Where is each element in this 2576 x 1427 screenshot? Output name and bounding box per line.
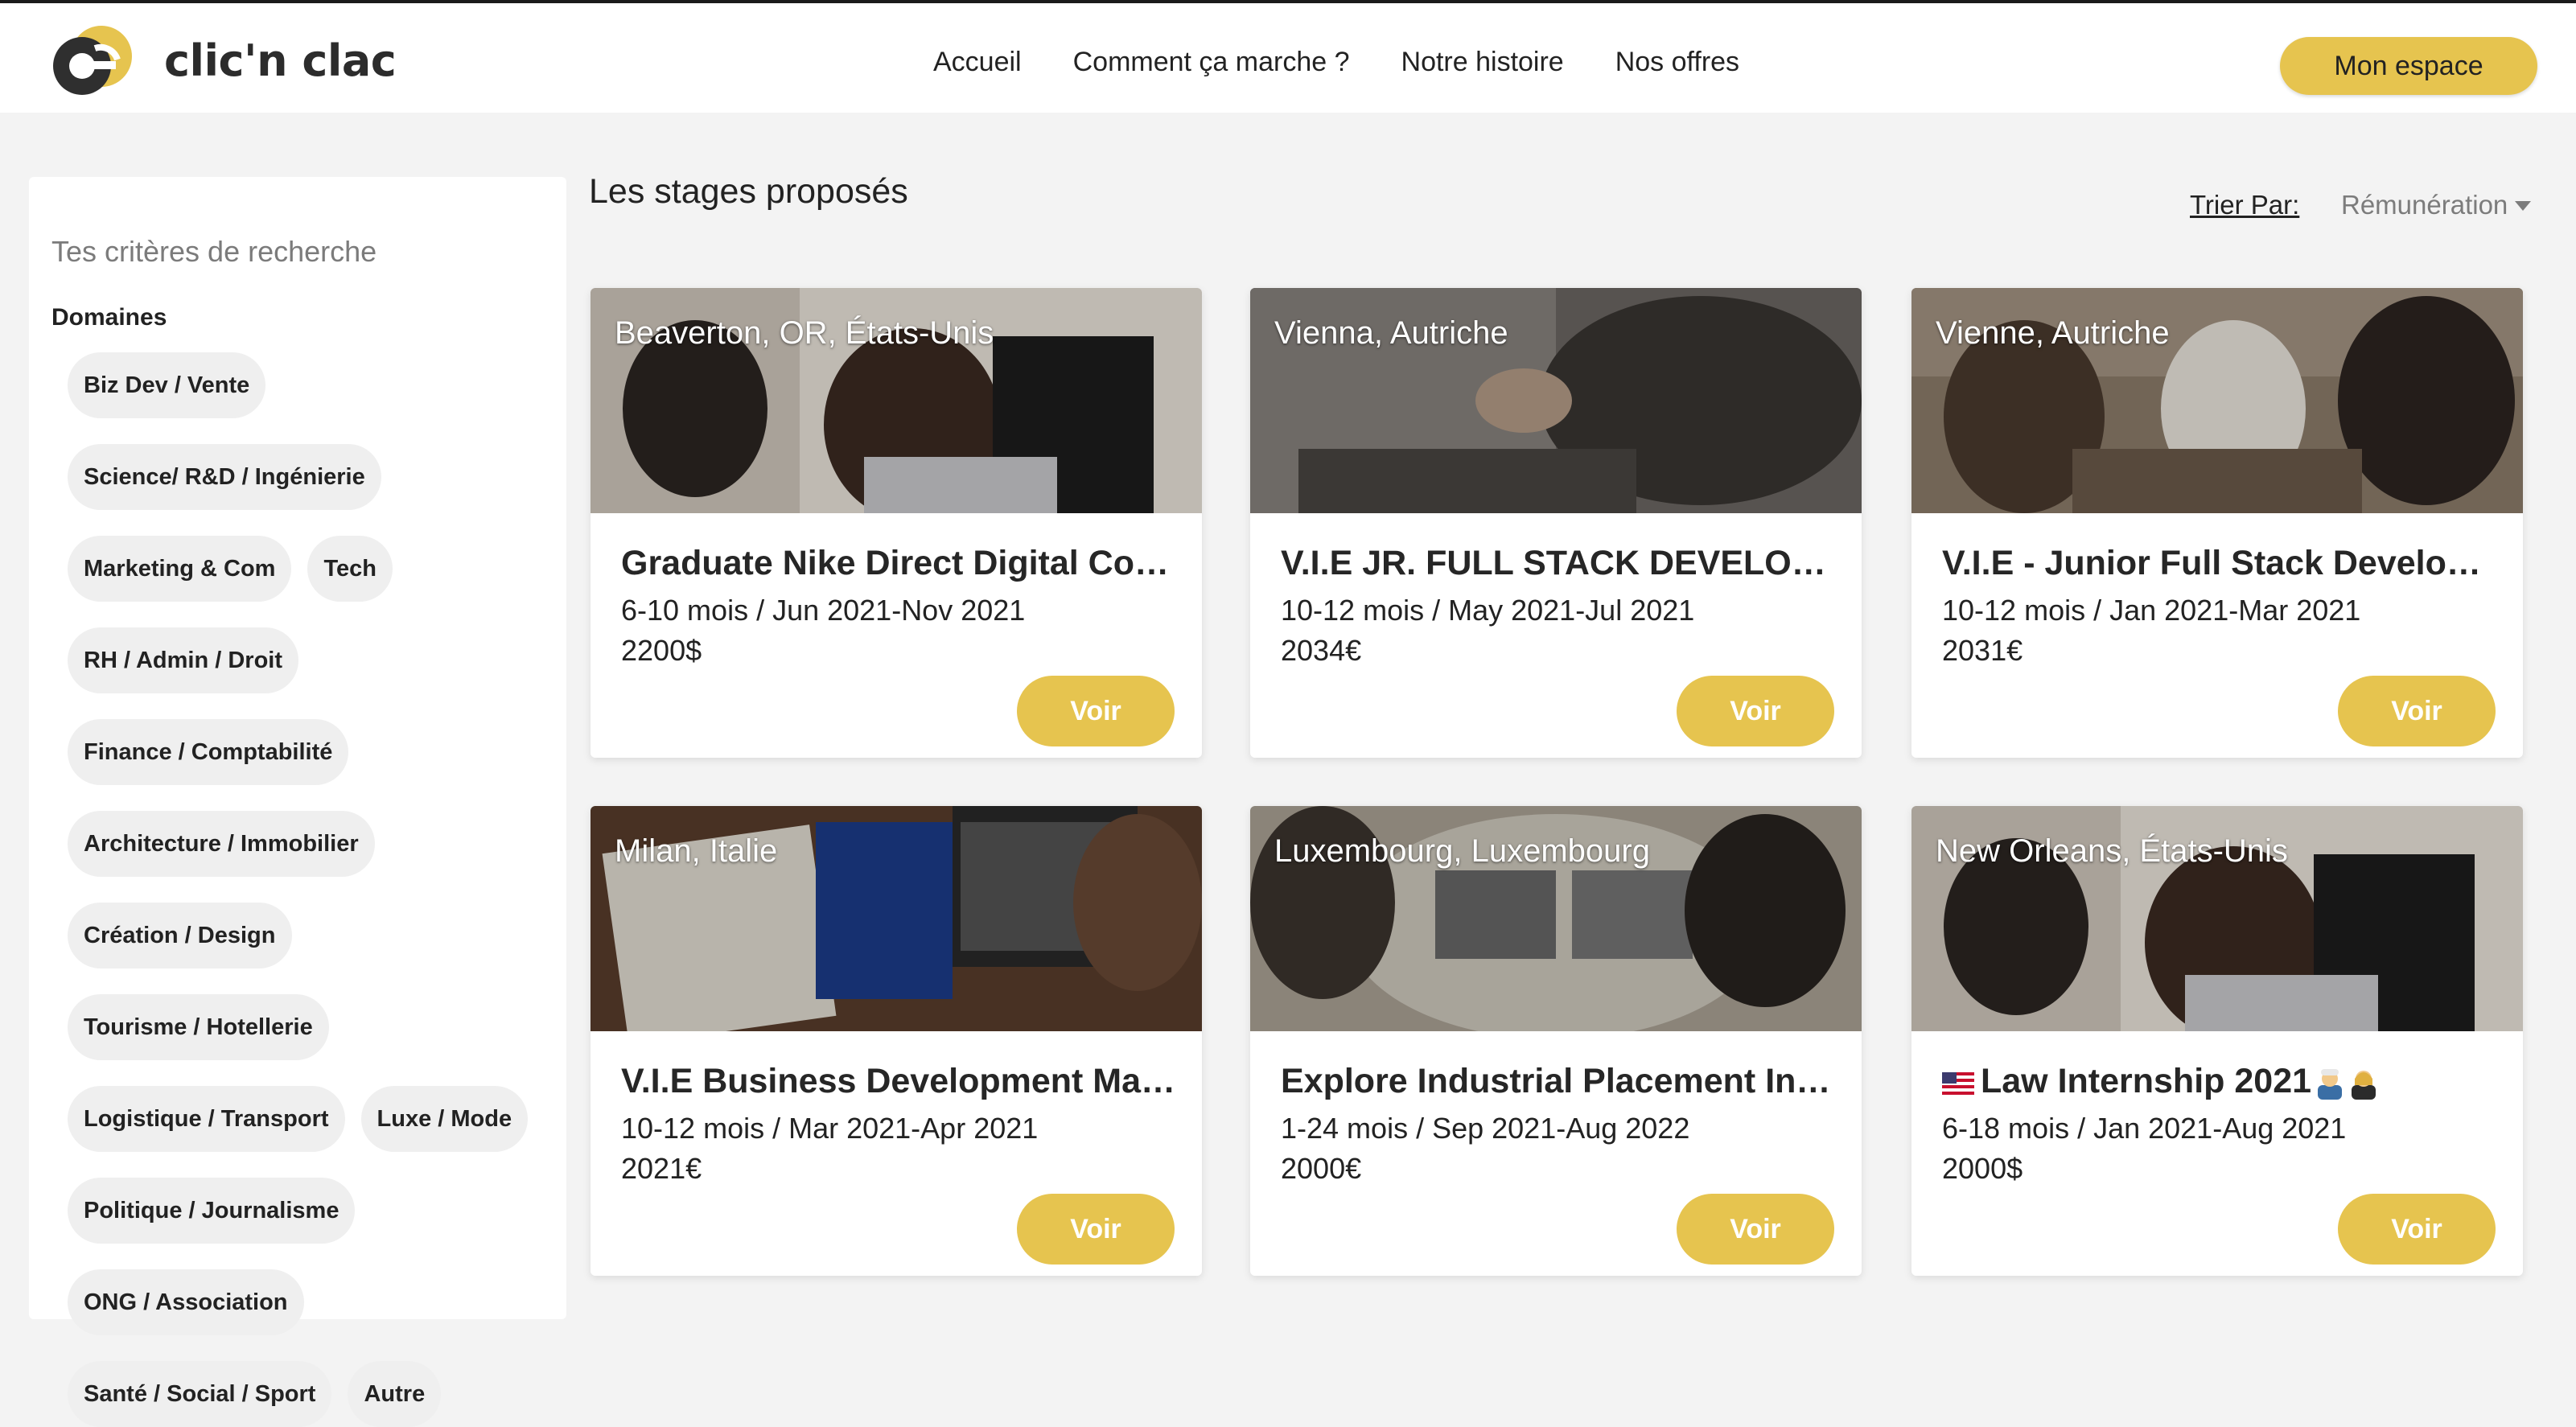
card-salary: 2034€ [1281,634,1362,667]
woman-judge-emoji-icon [2352,1070,2376,1100]
card-location: Vienna, Autriche [1274,315,1508,351]
card-duration: 6-18 mois / Jan 2021-Aug 2021 [1942,1112,2347,1145]
card-title-row: Law Internship 2021 [1942,1062,2497,1101]
us-flag-icon [1942,1071,1974,1095]
sort-select[interactable]: Rémunération [2341,190,2508,220]
domain-chip[interactable]: Tourisme / Hotellerie [68,994,329,1060]
domain-chip[interactable]: Autre [348,1361,442,1427]
card-title: V.I.E JR. FULL STACK DEVELOPER HF [1281,544,1836,582]
card-duration: 6-10 mois / Jun 2021-Nov 2021 [621,594,1026,627]
search-criteria-sidebar: Tes critères de recherche Domaines Biz D… [29,177,566,1427]
domains-label: Domaines [51,304,167,331]
mon-espace-button[interactable]: Mon espace [2280,37,2537,95]
domain-chip[interactable]: Finance / Comptabilité [68,719,349,785]
domain-chip[interactable]: Luxe / Mode [360,1086,529,1152]
nav-accueil[interactable]: Accueil [933,47,1022,78]
card-title: V.I.E - Junior Full Stack Developer [1942,544,2497,582]
card-title: V.I.E Business Development Mana... [621,1062,1176,1100]
card-duration: 1-24 mois / Sep 2021-Aug 2022 [1281,1112,1690,1145]
card-location: Vienne, Autriche [1936,315,2170,351]
domain-chip[interactable]: Marketing & Com [68,536,292,602]
domain-chips: Biz Dev / Vente Science/ R&D / Ingénieri… [68,352,550,1427]
domain-chip[interactable]: Tech [307,536,393,602]
card-duration: 10-12 mois / Jan 2021-Mar 2021 [1942,594,2361,627]
card-duration: 10-12 mois / May 2021-Jul 2021 [1281,594,1695,627]
voir-button[interactable]: Voir [1017,1194,1175,1265]
brand-logo-icon[interactable] [48,24,135,98]
card-salary: 2031€ [1942,634,2023,667]
card-location: Luxembourg, Luxembourg [1274,833,1650,869]
voir-button[interactable]: Voir [1677,676,1834,746]
card-location: New Orleans, États-Unis [1936,833,2288,869]
domain-chip[interactable]: ONG / Association [68,1269,304,1335]
domain-chip[interactable]: Science/ R&D / Ingénierie [68,444,381,510]
card-duration: 10-12 mois / Mar 2021-Apr 2021 [621,1112,1039,1145]
internship-card[interactable]: Luxembourg, Luxembourg Explore Industria… [1250,806,1862,1276]
nav-notre-histoire[interactable]: Notre histoire [1401,47,1564,78]
page-title: Les stages proposés [589,172,908,211]
card-salary: 2021€ [621,1152,702,1185]
domain-chip[interactable]: Architecture / Immobilier [68,811,375,877]
card-title: Law Internship 2021 [1981,1062,2312,1100]
main-nav: Accueil Comment ça marche ? Notre histoi… [933,47,1791,78]
nav-nos-offres[interactable]: Nos offres [1615,47,1739,78]
domain-chip[interactable]: Santé / Social / Sport [68,1361,332,1427]
card-salary: 2000$ [1942,1152,2023,1185]
voir-button[interactable]: Voir [1017,676,1175,746]
internship-card[interactable]: Milan, Italie V.I.E Business Development… [591,806,1202,1276]
sidebar-title: Tes critères de recherche [51,235,377,268]
internship-card[interactable]: New Orleans, États-Unis Law Internship 2… [1911,806,2523,1276]
internship-card[interactable]: Vienne, Autriche V.I.E - Junior Full Sta… [1911,288,2523,758]
voir-button[interactable]: Voir [2338,676,2496,746]
domain-chip[interactable]: Logistique / Transport [68,1086,345,1152]
domain-chip[interactable]: Création / Design [68,903,292,968]
nav-comment-ca-marche[interactable]: Comment ça marche ? [1073,47,1350,78]
card-location: Beaverton, OR, États-Unis [615,315,994,351]
caret-down-icon[interactable] [2515,201,2531,211]
brand-name[interactable]: clic'n clac [164,35,397,86]
domain-chip[interactable]: RH / Admin / Droit [68,627,299,693]
card-salary: 2000€ [1281,1152,1362,1185]
voir-button[interactable]: Voir [2338,1194,2496,1265]
voir-button[interactable]: Voir [1677,1194,1834,1265]
internship-card[interactable]: Vienna, Autriche V.I.E JR. FULL STACK DE… [1250,288,1862,758]
card-title: Explore Industrial Placement Inte... [1281,1062,1836,1100]
site-header: clic'n clac Accueil Comment ça marche ? … [0,3,2576,113]
card-title: Graduate Nike Direct Digital Com... [621,544,1176,582]
sort-label: Trier Par: [2190,190,2300,220]
man-judge-emoji-icon [2318,1068,2343,1100]
card-salary: 2200$ [621,634,702,667]
domain-chip[interactable]: Politique / Journalisme [68,1178,356,1244]
internship-card[interactable]: Beaverton, OR, États-Unis Graduate Nike … [591,288,1202,758]
card-location: Milan, Italie [615,833,778,869]
domain-chip[interactable]: Biz Dev / Vente [68,352,266,418]
